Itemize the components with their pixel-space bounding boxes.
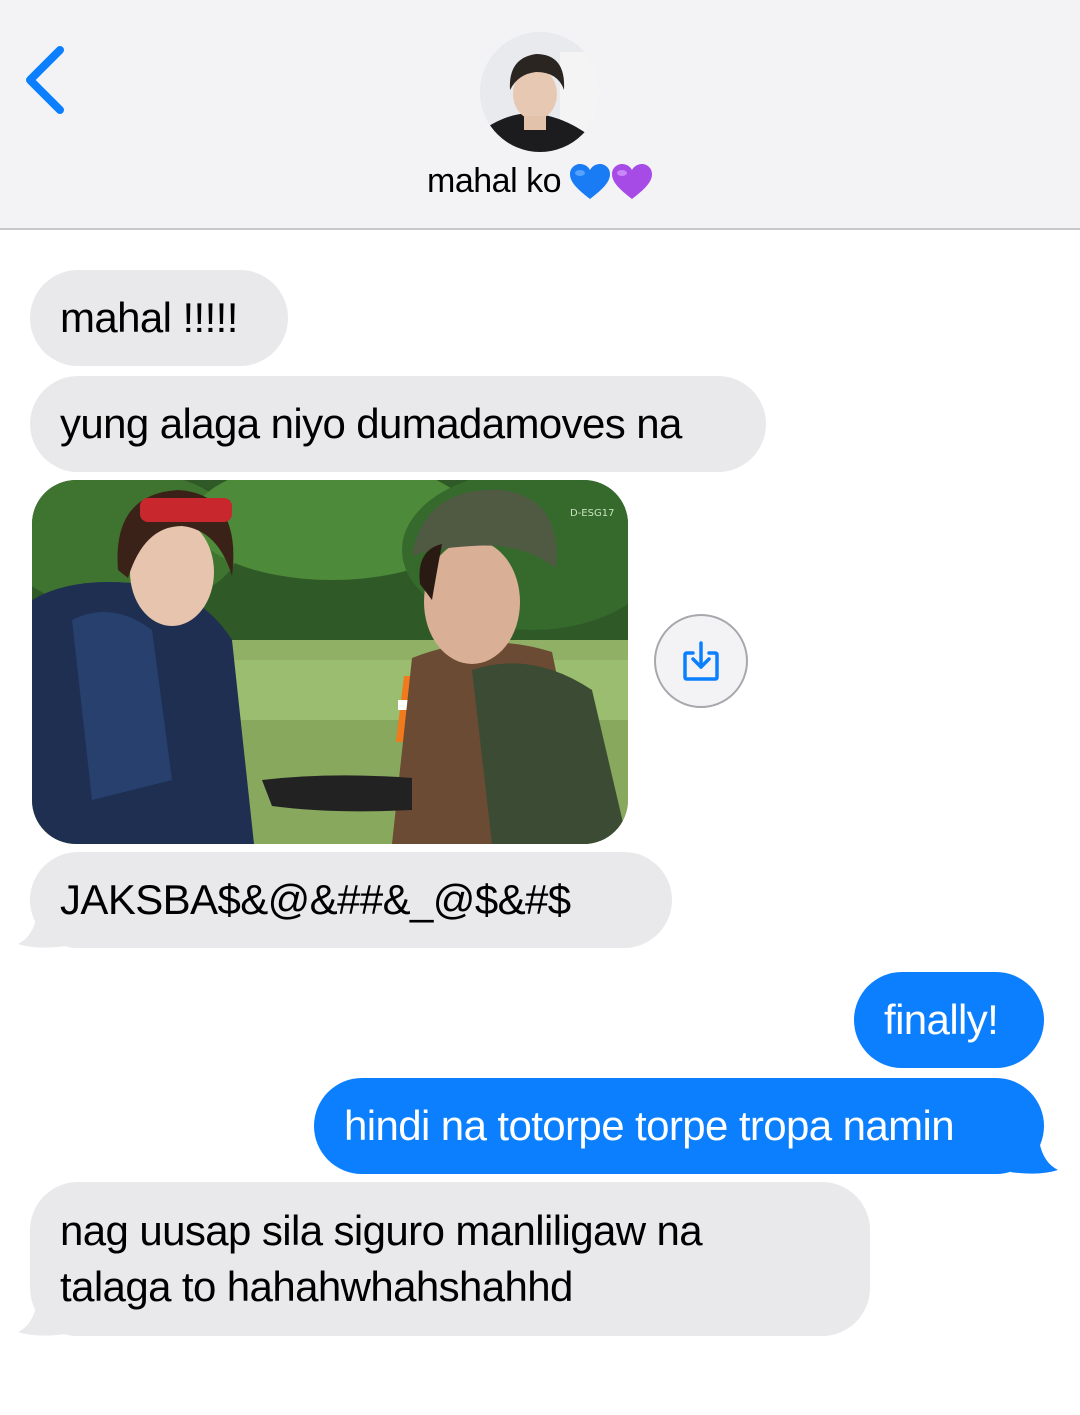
contact-name[interactable]: mahal ko	[0, 162, 1080, 201]
message-text: JAKSBA$&@&##&_@$&#$	[60, 876, 571, 923]
contact-avatar[interactable]	[480, 32, 600, 152]
download-icon	[683, 641, 719, 681]
message-text: yung alaga niyo dumadamoves na	[60, 400, 682, 447]
message-text: mahal !!!!!	[60, 294, 238, 341]
image-watermark: D-ESG17	[570, 508, 614, 519]
message-text: finally!	[884, 996, 999, 1043]
contact-name-text: mahal ko	[427, 162, 561, 200]
message-bubble-incoming[interactable]: nag uusap sila siguro manliligaw na tala…	[30, 1182, 870, 1336]
avatar-photo	[480, 32, 600, 152]
message-text-line: talaga to hahahwhahshahhd	[60, 1263, 573, 1310]
chevron-left-icon	[26, 46, 64, 114]
purple-heart-icon	[611, 163, 652, 199]
blue-heart-icon	[569, 163, 610, 199]
message-bubble-outgoing[interactable]: hindi na totorpe torpe tropa namin	[314, 1078, 1044, 1174]
attachment-photo: D-ESG17	[32, 480, 628, 844]
save-image-button[interactable]	[654, 614, 748, 708]
conversation-header: mahal ko	[0, 0, 1080, 230]
image-attachment[interactable]: D-ESG17	[32, 480, 628, 844]
message-bubble-outgoing[interactable]: finally!	[854, 972, 1044, 1068]
message-bubble-incoming[interactable]: JAKSBA$&@&##&_@$&#$	[30, 852, 672, 948]
message-text-line: nag uusap sila siguro manliligaw na	[60, 1207, 703, 1254]
back-button[interactable]	[22, 44, 72, 116]
message-bubble-incoming[interactable]: mahal !!!!!	[30, 270, 288, 366]
contact-name-hearts	[569, 163, 653, 201]
message-bubble-incoming[interactable]: yung alaga niyo dumadamoves na	[30, 376, 766, 472]
message-text: hindi na totorpe torpe tropa namin	[344, 1102, 955, 1149]
